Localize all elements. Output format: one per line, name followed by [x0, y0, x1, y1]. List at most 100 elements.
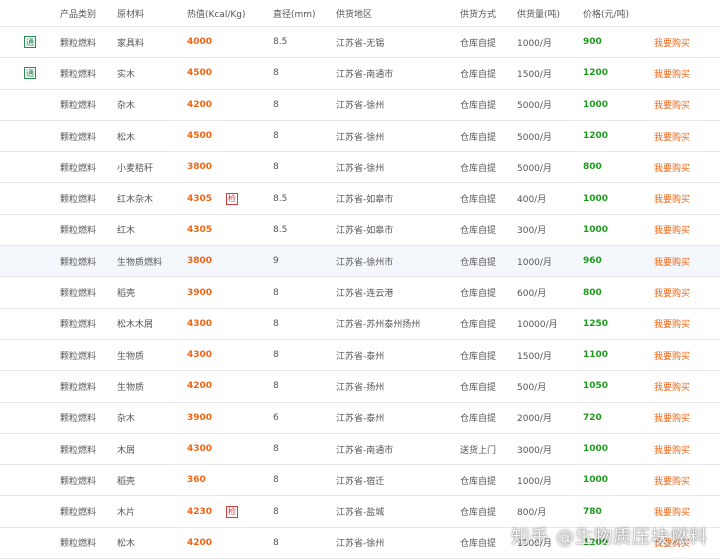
- buy-cell: 我要购买: [654, 215, 690, 245]
- region-value: 江苏省-徐州: [336, 132, 385, 143]
- diameter-value: 8: [273, 475, 279, 486]
- buy-cell: 我要购买: [654, 58, 690, 88]
- heat-value: 4500: [187, 68, 213, 79]
- method-value: 仓库自提: [460, 101, 497, 112]
- heat-value: 3800: [187, 256, 213, 267]
- method-value: 仓库自提: [460, 195, 497, 206]
- category-cell: 颗粒燃料: [60, 226, 97, 237]
- buy-button[interactable]: 我要购买: [654, 505, 690, 518]
- region-value: 江苏省-如皋市: [336, 195, 394, 206]
- buy-cell: 我要购买: [654, 121, 690, 151]
- table-row: 通 颗粒燃料 实木 4500 8 江苏省-南通市 仓库自提 1500/月 1200 我要购买: [0, 58, 720, 90]
- buy-button[interactable]: 我要购买: [654, 474, 690, 487]
- buy-button[interactable]: 我要购买: [654, 349, 690, 362]
- method-value: 仓库自提: [460, 382, 497, 393]
- buy-button[interactable]: 我要购买: [654, 130, 690, 143]
- diameter-value: 9: [273, 256, 279, 267]
- method-value: 仓库自提: [460, 163, 497, 174]
- table-row: 颗粒燃料 生物质 4200 8 江苏省-扬州 仓库自提 500/月 1050 我要购买: [0, 371, 720, 403]
- method-value: 仓库自提: [460, 476, 497, 487]
- category-cell: 颗粒燃料: [60, 38, 97, 49]
- heat-value: 3800: [187, 162, 213, 173]
- buy-button[interactable]: 我要购买: [654, 317, 690, 330]
- buy-button[interactable]: 我要购买: [654, 411, 690, 424]
- table-row: 颗粒燃料 稻壳 360 8 江苏省-宿迁 仓库自提 1000/月 1000 我要购买: [0, 465, 720, 497]
- material-cell: 稻壳: [117, 289, 136, 300]
- buy-cell: 我要购买: [654, 465, 690, 495]
- price-value: 1200: [583, 68, 609, 79]
- buy-button[interactable]: 我要购买: [654, 380, 690, 393]
- price-value: 800: [583, 287, 602, 298]
- region-value: 江苏省-徐州: [336, 101, 385, 112]
- table-row: 颗粒燃料 生物质 4300 8 江苏省-泰州 仓库自提 1500/月 1100 我要购买: [0, 340, 720, 372]
- diameter-value: 8.5: [273, 224, 288, 235]
- heat-value: 4500: [187, 131, 213, 142]
- diameter-value: 8: [273, 162, 279, 173]
- region-value: 江苏省-连云港: [336, 289, 394, 300]
- diameter-value: 8: [273, 506, 279, 517]
- heat-value: 4305: [187, 224, 213, 235]
- method-value: 仓库自提: [460, 539, 497, 550]
- method-value: 仓库自提: [460, 132, 497, 143]
- buy-button[interactable]: 我要购买: [654, 161, 690, 174]
- region-value: 江苏省-苏州泰州扬州: [336, 320, 421, 331]
- diameter-value: 8: [273, 381, 279, 392]
- method-value: 仓库自提: [460, 351, 497, 362]
- diameter-value: 8.5: [273, 37, 288, 48]
- diameter-value: 8: [273, 318, 279, 329]
- tag-cell: 检: [226, 183, 238, 213]
- material-cell: 生物质: [117, 382, 145, 393]
- table-row: 颗粒燃料 杂木 4200 8 江苏省-徐州 仓库自提 5000/月 1000 我要购买: [0, 90, 720, 121]
- material-cell: 松木木屑: [117, 320, 154, 331]
- inspected-tag: 检: [226, 505, 238, 518]
- tag-cell: 检: [226, 496, 238, 526]
- material-cell: 实木: [117, 69, 136, 80]
- price-value: 1000: [583, 444, 609, 454]
- buy-cell: 我要购买: [654, 403, 690, 433]
- buy-button[interactable]: 我要购买: [654, 443, 690, 456]
- material-cell: 小麦秸秆: [117, 163, 154, 174]
- category-cell: 颗粒燃料: [60, 382, 97, 393]
- diameter-value: 8: [273, 537, 279, 548]
- price-value: 1000: [583, 99, 609, 110]
- buy-cell: 我要购买: [654, 27, 690, 57]
- method-value: 仓库自提: [460, 414, 497, 425]
- method-value: 仓库自提: [460, 320, 497, 331]
- table-row: 颗粒燃料 杂木 3900 6 江苏省-泰州 仓库自提 2000/月 720 我要购买: [0, 403, 720, 434]
- price-value: 1050: [583, 381, 609, 392]
- supply-value: 1000/月: [517, 476, 552, 487]
- table-row: 颗粒燃料 红木 4305 8.5 江苏省-如皋市 仓库自提 300/月 1000 我要购买: [0, 215, 720, 247]
- heat-value: 3900: [187, 287, 213, 298]
- table-row: 颗粒燃料 松木木屑 4300 8 江苏省-苏州泰州扬州 仓库自提 10000/月 1250 我要…: [0, 309, 720, 340]
- price-value: 1100: [583, 350, 609, 361]
- buy-button[interactable]: 我要购买: [654, 255, 690, 268]
- buy-button[interactable]: 我要购买: [654, 192, 690, 205]
- buy-cell: 我要购买: [654, 309, 690, 339]
- buy-button[interactable]: 我要购买: [654, 67, 690, 80]
- diameter-value: 8: [273, 287, 279, 298]
- buy-cell: 我要购买: [654, 246, 690, 276]
- table-row: 颗粒燃料 小麦秸秆 3800 8 江苏省-徐州 仓库自提 5000/月 800 我要购买: [0, 152, 720, 184]
- category-cell: 颗粒燃料: [60, 69, 97, 80]
- buy-button[interactable]: 我要购买: [654, 223, 690, 236]
- price-value: 800: [583, 162, 602, 173]
- category-cell: 颗粒燃料: [60, 257, 97, 268]
- price-value: 1000: [583, 475, 609, 486]
- supply-value: 500/月: [517, 382, 547, 393]
- price-value: 1000: [583, 224, 609, 235]
- watermark: 知乎 @生物质压块燃料: [511, 527, 708, 548]
- buy-button[interactable]: 我要购买: [654, 98, 690, 111]
- heat-value: 360: [187, 475, 206, 486]
- price-value: 1250: [583, 318, 609, 329]
- header-category: 产品类别: [60, 9, 97, 20]
- category-cell: 颗粒燃料: [60, 163, 97, 174]
- buy-cell: 我要购买: [654, 277, 690, 307]
- supply-value: 5000/月: [517, 101, 552, 112]
- buy-button[interactable]: 我要购买: [654, 286, 690, 299]
- price-value: 720: [583, 412, 602, 423]
- diameter-value: 8: [273, 131, 279, 142]
- supply-value: 1000/月: [517, 257, 552, 268]
- method-value: 仓库自提: [460, 226, 497, 237]
- material-cell: 木屑: [117, 445, 136, 456]
- buy-button[interactable]: 我要购买: [654, 36, 690, 49]
